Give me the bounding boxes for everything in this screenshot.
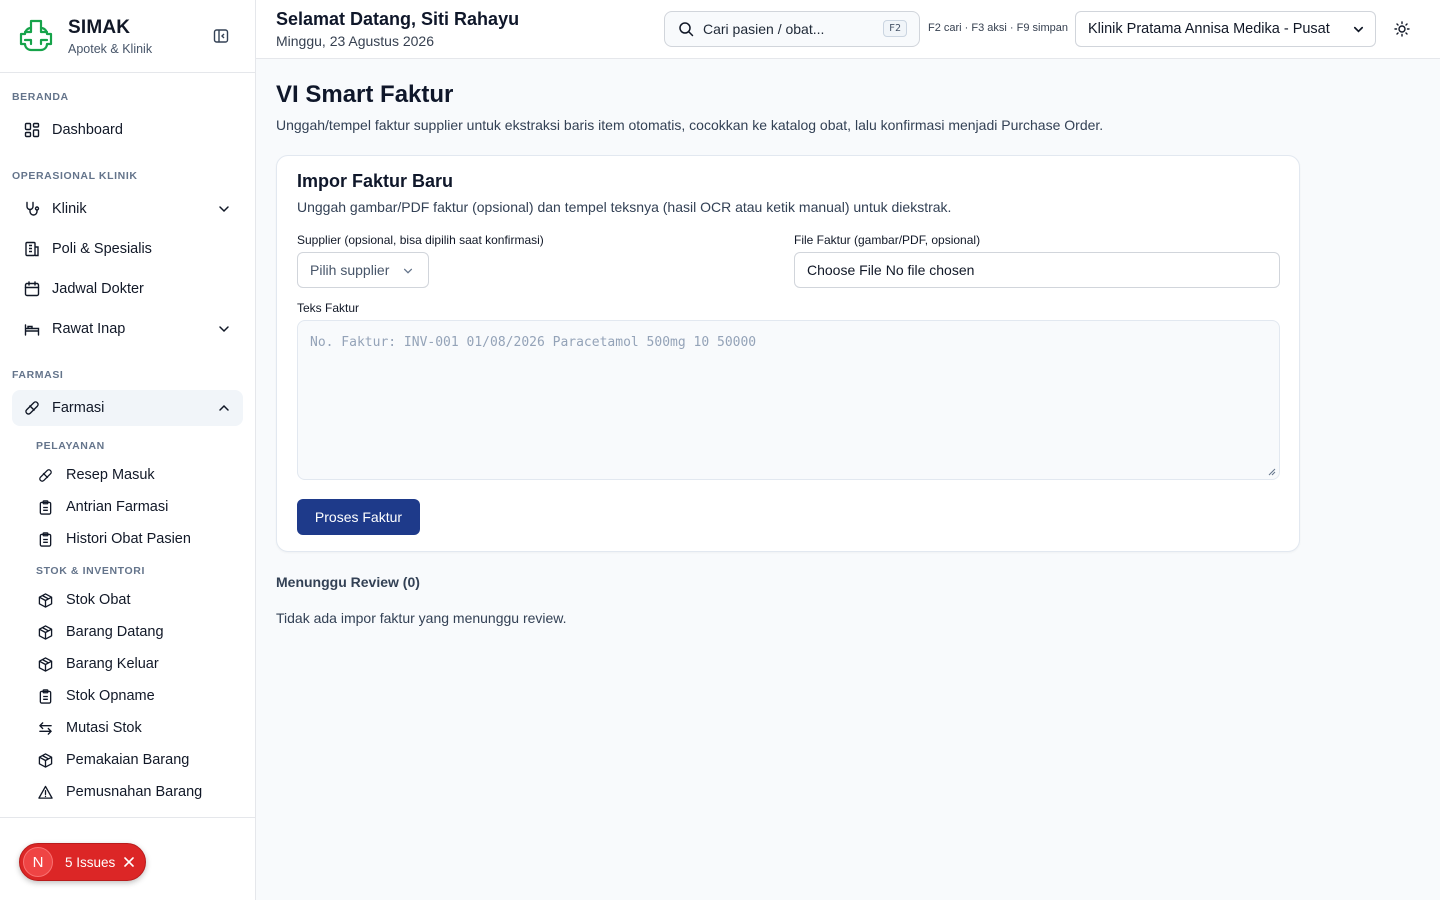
sidebar-item-mutasi-stok[interactable]: Mutasi Stok	[30, 714, 240, 742]
pending-review-empty: Tidak ada impor faktur yang menunggu rev…	[276, 610, 567, 626]
sidebar-item-histori-obat[interactable]: Histori Obat Pasien	[30, 525, 240, 553]
clipboard-icon	[38, 531, 53, 547]
sidebar-item-label: Stok Opname	[66, 688, 155, 704]
supplier-label: Supplier (opsional, bisa dipilih saat ko…	[297, 233, 544, 247]
sidebar-item-label: Klinik	[52, 201, 87, 217]
close-icon[interactable]	[123, 856, 135, 868]
chevron-up-icon	[217, 401, 231, 415]
sidebar-item-label: Resep Masuk	[66, 467, 155, 483]
invoice-text-label: Teks Faktur	[297, 301, 360, 315]
greeting-title: Selamat Datang, Siti Rahayu	[276, 9, 520, 29]
invoice-text-area[interactable]: No. Faktur: INV-001 01/08/2026 Paracetam…	[297, 320, 1280, 480]
sidebar-item-pemakaian-barang[interactable]: Pemakaian Barang	[30, 746, 240, 774]
sidebar-item-label: Stok Obat	[66, 592, 131, 608]
issues-logo-icon: N	[23, 847, 53, 877]
box-icon	[38, 752, 53, 768]
search-icon	[678, 21, 694, 37]
sidebar-item-barang-datang[interactable]: Barang Datang	[30, 618, 240, 646]
chevron-down-icon	[402, 265, 414, 277]
sidebar-item-jadwal[interactable]: Jadwal Dokter	[12, 271, 243, 307]
sidebar-item-label: Jadwal Dokter	[52, 281, 144, 297]
sidebar-item-label: Farmasi	[52, 400, 105, 416]
medical-cross-logo-icon	[18, 18, 54, 54]
box-icon	[38, 624, 53, 640]
box-icon	[38, 656, 53, 672]
swap-arrows-icon	[38, 721, 53, 736]
section-label-farmasi: FARMASI	[12, 369, 64, 381]
brand-header: SIMAK Apotek & Klinik	[0, 0, 255, 73]
sidebar-item-label: Barang Keluar	[66, 656, 159, 672]
sidebar-item-poli[interactable]: Poli & Spesialis	[12, 231, 243, 267]
warning-triangle-icon	[38, 785, 53, 800]
section-label-operasional: OPERASIONAL KLINIK	[12, 170, 138, 182]
dashboard-icon	[24, 122, 40, 138]
issues-badge[interactable]: N 5 Issues	[19, 843, 146, 881]
top-header: Selamat Datang, Siti Rahayu Minggu, 23 A…	[256, 0, 1440, 59]
brand-name: SIMAK	[68, 16, 131, 38]
process-invoice-button[interactable]: Proses Faktur	[297, 499, 420, 535]
sidebar-item-label: Antrian Farmasi	[66, 499, 169, 515]
sidebar-item-antrian-farmasi[interactable]: Antrian Farmasi	[30, 493, 240, 521]
sidebar-item-label: Barang Datang	[66, 624, 164, 640]
sidebar-item-label: Pemakaian Barang	[66, 752, 190, 768]
sun-icon[interactable]	[1394, 21, 1410, 37]
resize-handle-icon[interactable]	[1268, 468, 1276, 476]
import-invoice-card: Impor Faktur Baru Unggah gambar/PDF fakt…	[276, 155, 1300, 552]
sidebar-item-dashboard[interactable]: Dashboard	[12, 112, 243, 148]
sidebar-item-rawat-inap[interactable]: Rawat Inap	[12, 311, 243, 347]
building-icon	[24, 241, 40, 257]
choose-file-button[interactable]: Choose File	[807, 262, 882, 278]
search-placeholder: Cari pasien / obat...	[703, 21, 825, 37]
current-date: Minggu, 23 Agustus 2026	[276, 33, 435, 49]
sidebar-item-label: Dashboard	[52, 122, 123, 138]
clinic-select[interactable]: Klinik Pratama Annisa Medika - Pusat	[1075, 11, 1376, 47]
search-shortcut-key: F2	[882, 20, 907, 37]
calendar-icon	[24, 281, 40, 297]
chevron-down-icon	[1352, 23, 1365, 36]
sidebar-item-resep-masuk[interactable]: Resep Masuk	[30, 461, 240, 489]
search-input[interactable]: Cari pasien / obat... F2	[664, 11, 920, 47]
box-icon	[38, 592, 53, 608]
invoice-file-input[interactable]: Choose File No file chosen	[794, 252, 1280, 288]
sidebar-item-label: Mutasi Stok	[66, 720, 142, 736]
pill-icon	[38, 468, 53, 483]
clipboard-icon	[38, 688, 53, 704]
sidebar: SIMAK Apotek & Klinik BERANDA Dashboard …	[0, 0, 256, 900]
card-description: Unggah gambar/PDF faktur (opsional) dan …	[297, 199, 952, 215]
file-status: No file chosen	[885, 262, 975, 278]
brand-subtitle: Apotek & Klinik	[68, 41, 153, 56]
sidebar-collapse-icon[interactable]	[212, 27, 230, 45]
sidebar-item-label: Poli & Spesialis	[52, 241, 152, 257]
supplier-select-value: Pilih supplier	[310, 262, 390, 278]
stethoscope-icon	[24, 201, 40, 217]
clipboard-icon	[38, 499, 53, 515]
sidebar-item-stok-obat[interactable]: Stok Obat	[30, 586, 240, 614]
sidebar-item-farmasi[interactable]: Farmasi	[12, 390, 243, 426]
issues-count: 5 Issues	[65, 854, 116, 870]
sub-label-stok: STOK & INVENTORI	[36, 565, 145, 577]
supplier-select[interactable]: Pilih supplier	[297, 252, 429, 288]
page-title: VI Smart Faktur	[276, 81, 454, 108]
clinic-select-value: Klinik Pratama Annisa Medika - Pusat	[1088, 21, 1330, 37]
file-label: File Faktur (gambar/PDF, opsional)	[794, 233, 981, 247]
sidebar-item-pemusnahan-barang[interactable]: Pemusnahan Barang	[30, 778, 240, 806]
sidebar-item-label: Pemusnahan Barang	[66, 784, 203, 800]
invoice-text-placeholder: No. Faktur: INV-001 01/08/2026 Paracetam…	[310, 335, 757, 350]
sidebar-item-stok-opname[interactable]: Stok Opname	[30, 682, 240, 710]
sidebar-item-barang-keluar[interactable]: Barang Keluar	[30, 650, 240, 678]
sidebar-item-label: Histori Obat Pasien	[66, 531, 191, 547]
pill-icon	[24, 400, 40, 416]
chevron-down-icon	[217, 202, 231, 216]
card-title: Impor Faktur Baru	[297, 171, 454, 191]
section-label-beranda: BERANDA	[12, 91, 69, 103]
pending-review-title: Menunggu Review (0)	[276, 574, 420, 590]
sub-label-pelayanan: PELAYANAN	[36, 440, 105, 452]
sidebar-item-label: Rawat Inap	[52, 321, 126, 337]
chevron-down-icon	[217, 322, 231, 336]
sidebar-item-klinik[interactable]: Klinik	[12, 191, 243, 227]
keyboard-shortcuts-hint: F2 cari · F3 aksi · F9 simpan	[928, 22, 1068, 34]
page-description: Unggah/tempel faktur supplier untuk ekst…	[276, 117, 1104, 133]
bed-icon	[24, 321, 40, 337]
